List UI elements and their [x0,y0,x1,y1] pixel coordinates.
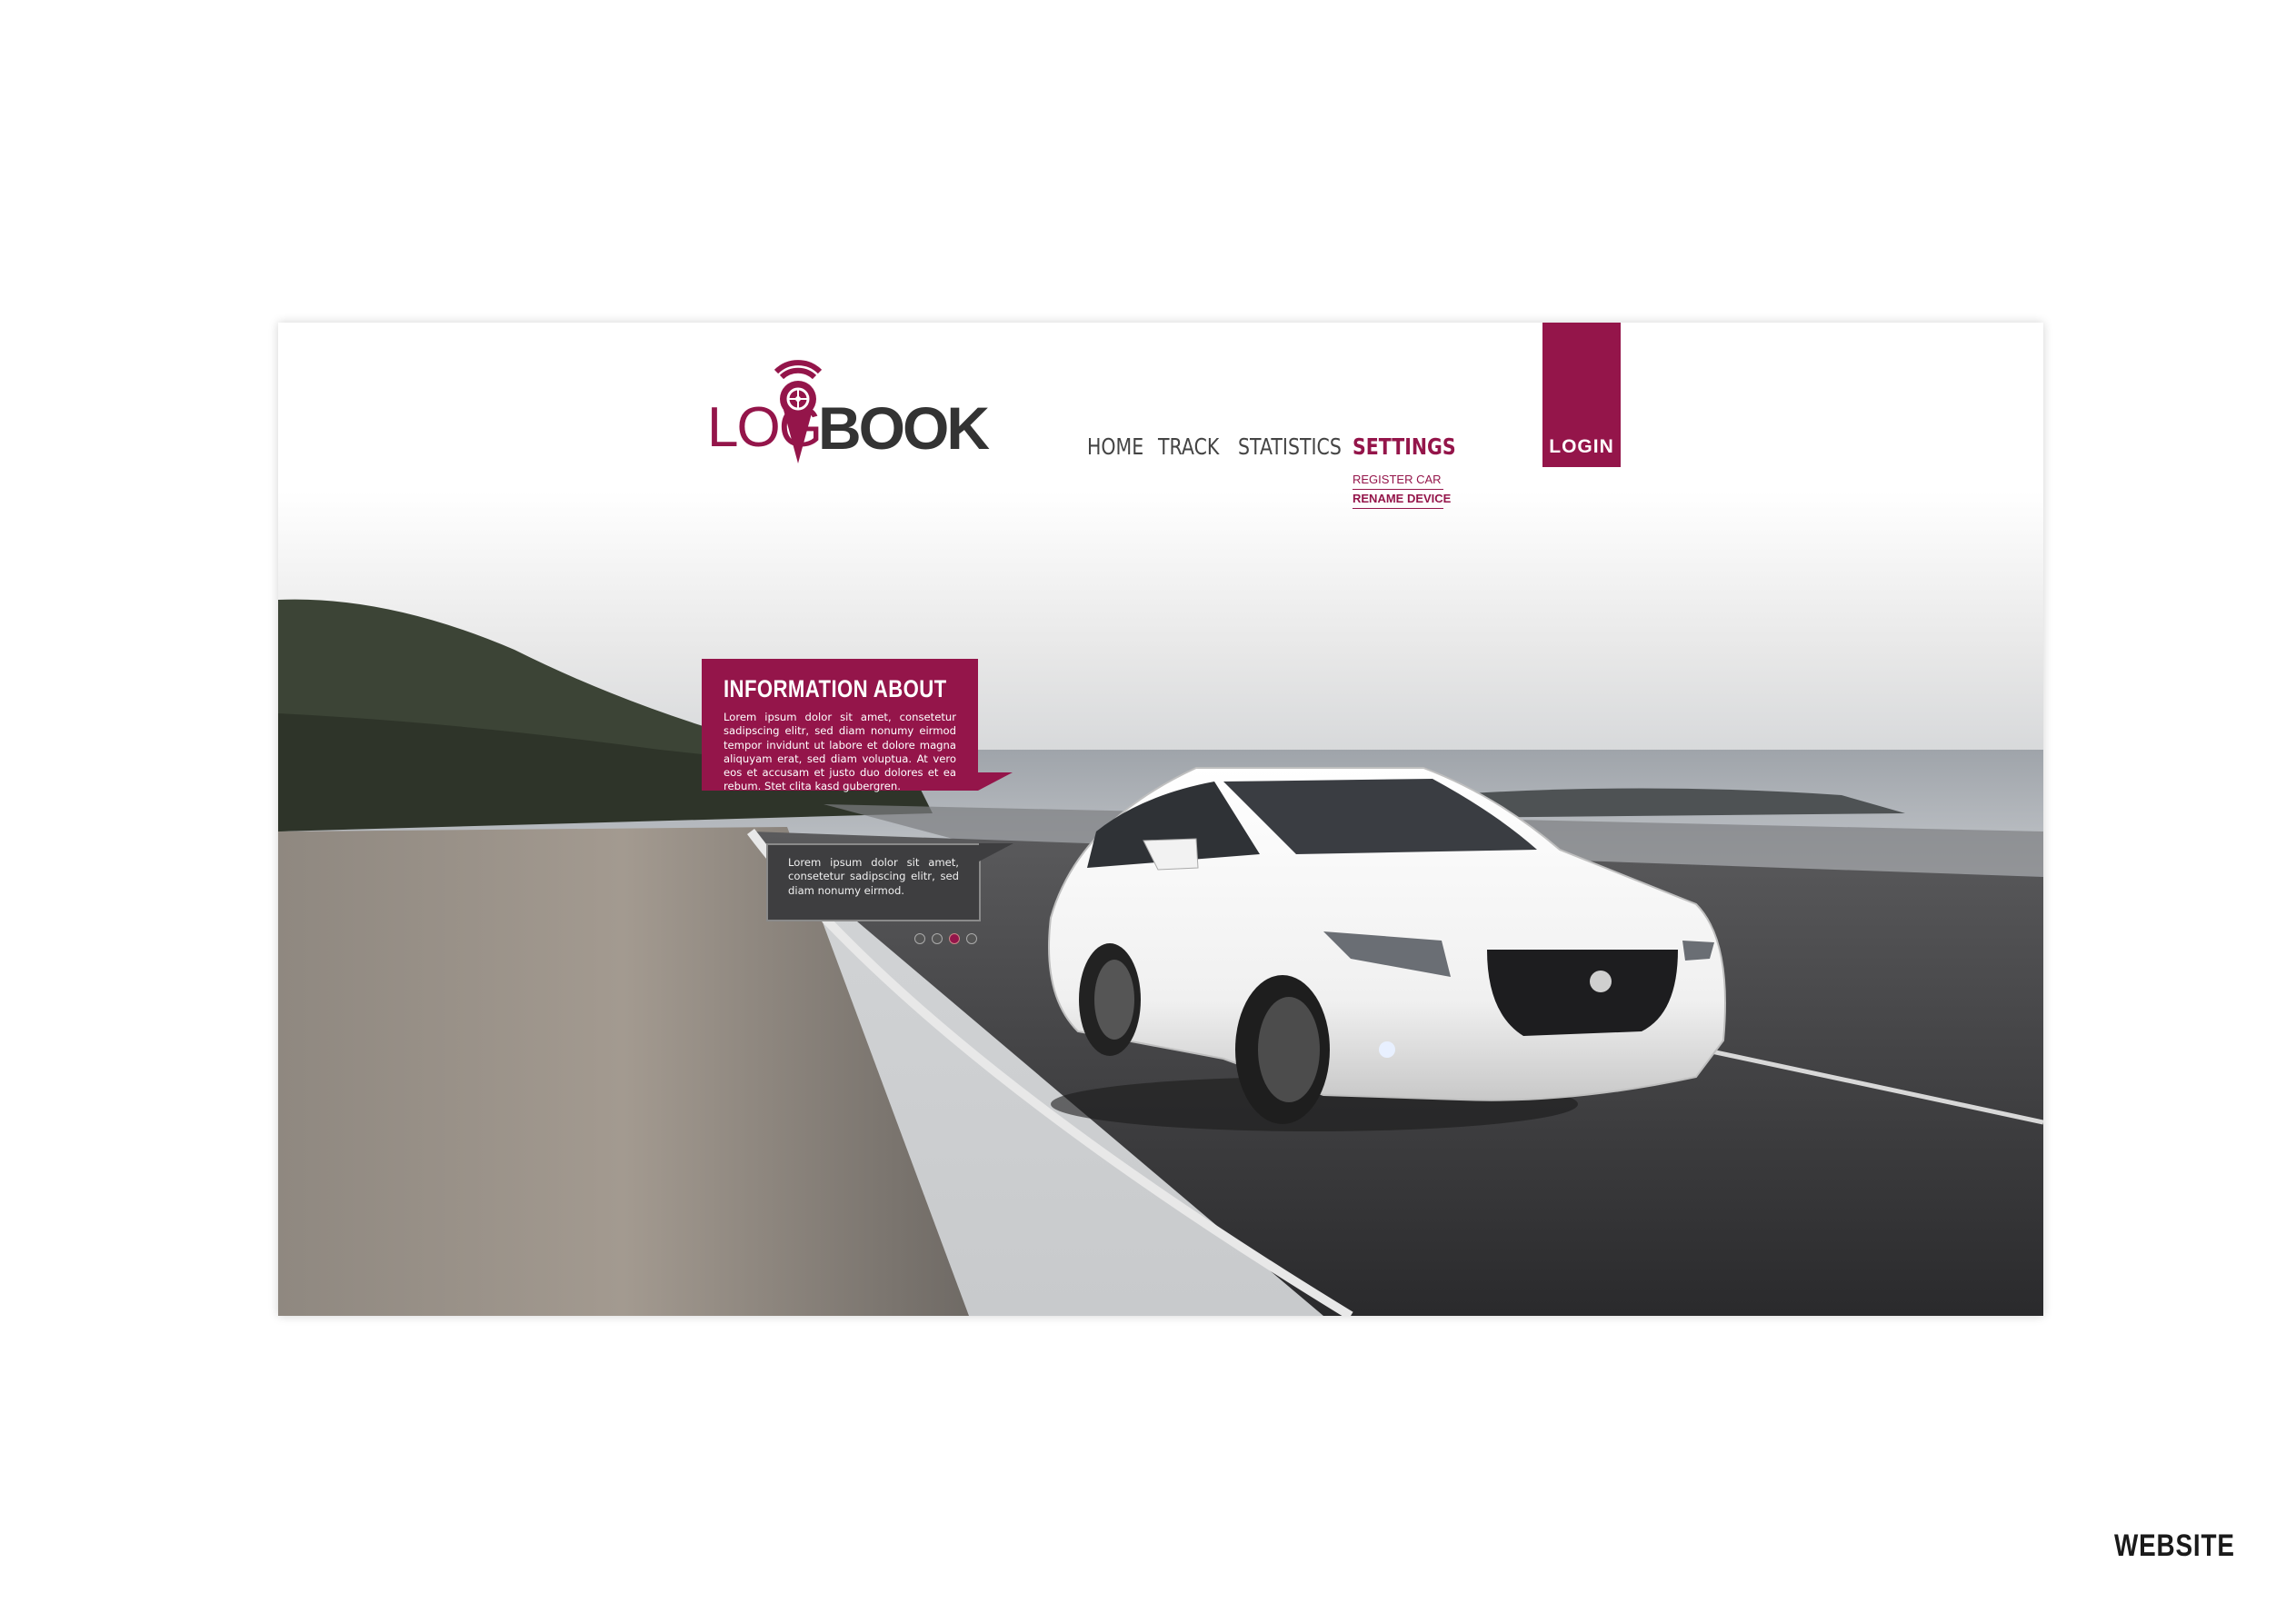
slider-dot-active[interactable] [949,933,960,944]
secondary-info-panel: Lorem ipsum dolor sit amet, consetetur s… [766,843,981,921]
login-button[interactable]: LOGIN [1542,323,1621,467]
info-panel: INFORMATION ABOUT Lorem ipsum dolor sit … [702,659,978,793]
info-title: INFORMATION ABOUT [724,675,947,702]
logo[interactable]: LOG BOOK [700,359,991,463]
nav-statistics[interactable]: STATISTICS [1238,433,1342,460]
website-mockup: LOG BOOK HOME TRACK STATISTICS SETTINGS … [278,323,2043,1316]
hero-image [278,323,2043,1316]
slider-dot[interactable] [914,933,925,944]
nav-track[interactable]: TRACK [1158,433,1219,460]
submenu-register-car[interactable]: REGISTER CAR [1353,471,1443,490]
mockup-caption: WEBSITE [2114,1528,2235,1563]
submenu-rename-device[interactable]: RENAME DEVICE [1353,490,1451,509]
location-pin-icon [774,360,823,463]
slider-pagination [914,933,977,944]
nav-settings[interactable]: SETTINGS [1353,433,1456,460]
logo-text-book: BOOK [818,394,990,462]
info-text: Lorem ipsum dolor sit amet, consetetur s… [724,711,956,793]
settings-submenu: REGISTER CAR RENAME DEVICE [1353,471,1451,509]
nav-home[interactable]: HOME [1087,433,1143,460]
secondary-pointer [979,843,1013,861]
slider-dot[interactable] [932,933,943,944]
slider-dot[interactable] [966,933,977,944]
info-pointer [978,772,1013,791]
